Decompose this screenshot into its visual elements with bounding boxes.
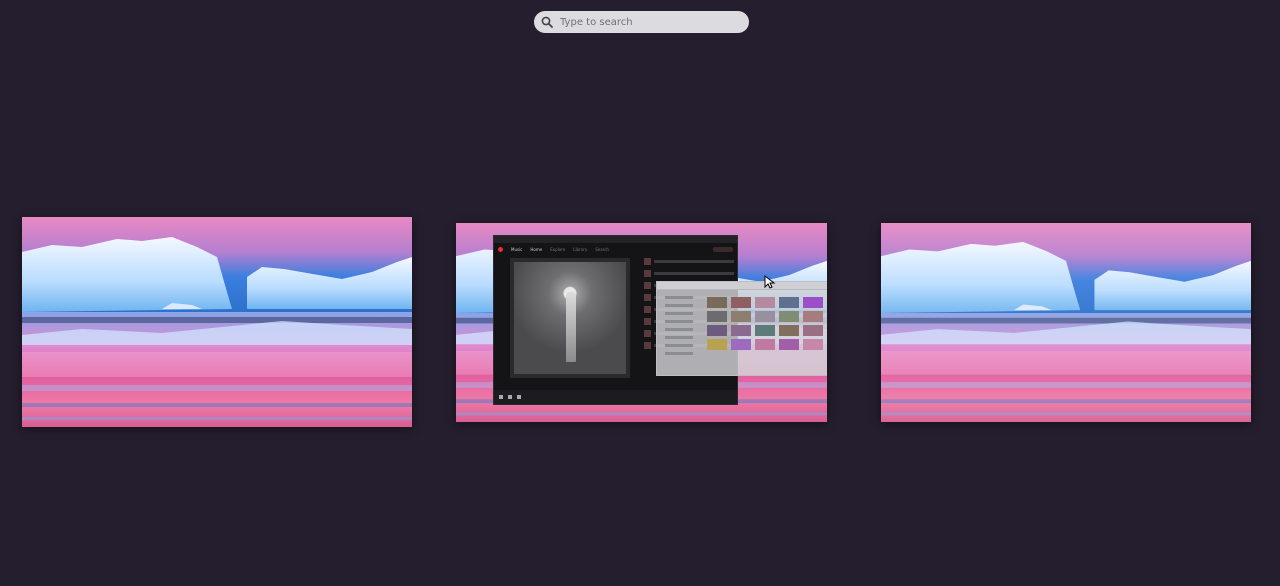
video-grid [707,297,823,350]
search-bar[interactable] [534,11,749,33]
window-titlebar [494,236,737,243]
signin-badge [713,247,733,252]
prev-icon [499,395,503,399]
search-icon [541,16,553,28]
nav-library: Library [573,247,588,252]
music-logo-icon [498,247,503,252]
music-top-nav: Music Home Explore Library Search [494,243,737,256]
next-icon [517,395,521,399]
nav-explore: Explore [550,247,566,252]
nav-home: Home [530,247,543,252]
browser-toolbar [657,282,827,290]
wallpaper-image [22,217,412,427]
workspace-thumbnail-1[interactable] [22,217,412,427]
workspace-thumbnail-2[interactable]: Music Home Explore Library Search [456,223,827,422]
album-art [510,258,630,378]
music-app-name: Music [511,247,523,252]
workspace-thumbnail-3[interactable] [881,223,1251,422]
search-input[interactable] [560,16,749,28]
browser-window-thumbnail[interactable] [656,281,827,376]
nav-search: Search [595,247,609,252]
browser-sidebar [665,296,693,360]
play-icon [508,395,512,399]
mouse-cursor-icon [764,275,776,289]
player-bar [494,390,737,404]
